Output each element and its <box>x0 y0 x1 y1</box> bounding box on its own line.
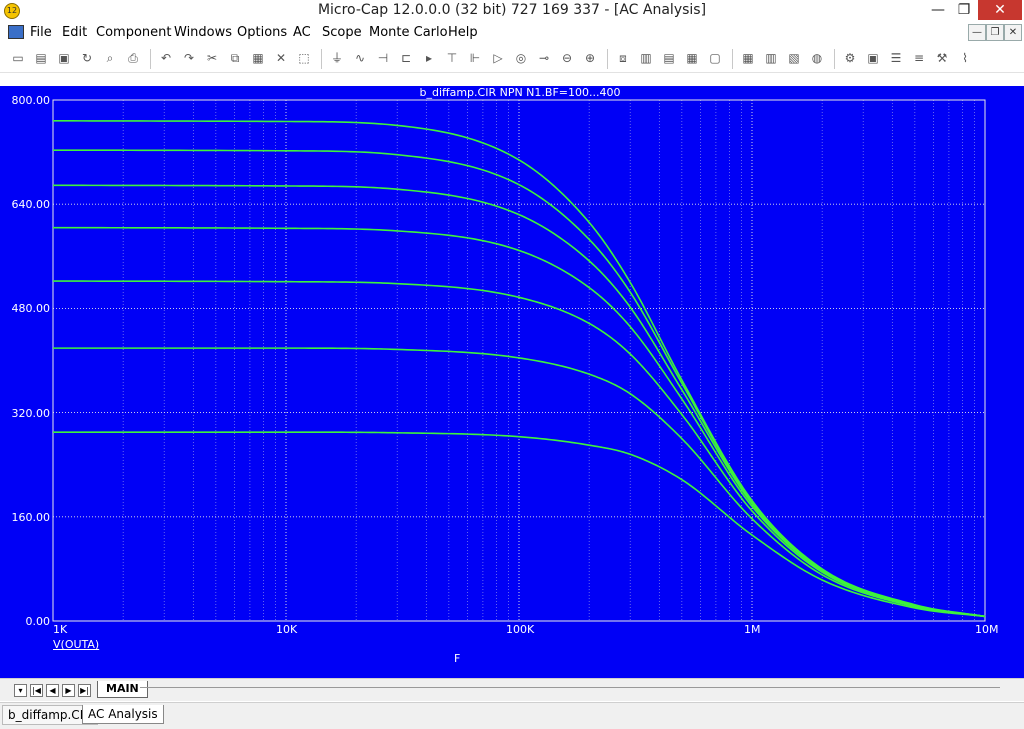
mdi-close-button[interactable]: ✕ <box>1004 24 1022 41</box>
resistor-icon[interactable]: ∿ <box>352 50 368 66</box>
plot-title: b_diffamp.CIR NPN N1.BF=100...400 <box>419 86 621 99</box>
new-file-icon[interactable]: ▭ <box>10 50 26 66</box>
cut-icon[interactable]: ✂ <box>204 50 220 66</box>
diode-icon[interactable]: ▸ <box>421 50 437 66</box>
window-tabs: b_diffamp.CIR AC Analysis <box>0 702 1024 729</box>
menu-ac[interactable]: AC <box>293 25 311 40</box>
y-tick-label: 480.00 <box>11 302 51 315</box>
toolbar-separator <box>607 49 608 69</box>
inductor-icon[interactable]: ⊏ <box>398 50 414 66</box>
trace-line-7[interactable] <box>53 431 986 618</box>
current-source-icon[interactable]: ⊕ <box>582 50 598 66</box>
y-tick-label: 800.00 <box>11 94 51 107</box>
window-icon[interactable]: ▢ <box>707 50 723 66</box>
window-title: Micro-Cap 12.0.0.0 (32 bit) 727 169 337 … <box>317 2 707 18</box>
menu-help[interactable]: Help <box>448 25 478 40</box>
menu-scope[interactable]: Scope <box>322 25 362 40</box>
plot-icon[interactable]: ⌇ <box>957 50 973 66</box>
menu-monte-carlo[interactable]: Monte Carlo <box>369 25 448 40</box>
x-tick-label: 1K <box>53 623 68 636</box>
menu-file[interactable]: File <box>30 25 52 40</box>
y-tick-label: 640.00 <box>11 198 51 211</box>
tile-vertical-icon[interactable]: ▥ <box>638 50 654 66</box>
ground-icon[interactable]: ⏚ <box>329 50 345 66</box>
x-tick-label: 1M <box>744 623 761 636</box>
toolbar-separator <box>732 49 733 69</box>
npn-icon[interactable]: ⊤ <box>444 50 460 66</box>
x-tick-label: 10M <box>975 623 999 636</box>
source-icon[interactable]: ◎ <box>513 50 529 66</box>
tools-icon[interactable]: ⚒ <box>934 50 950 66</box>
select-all-icon[interactable]: ⬚ <box>296 50 312 66</box>
limits-icon[interactable]: ☰ <box>888 50 904 66</box>
toolbar-separator <box>834 49 835 69</box>
x-tick-label: 10K <box>276 623 298 636</box>
document-icon[interactable] <box>8 25 24 39</box>
y-tick-label: 320.00 <box>11 407 51 420</box>
y-tick-label: 0.00 <box>25 615 51 628</box>
print-preview-icon[interactable]: ⌕ <box>102 50 118 66</box>
last-page-button[interactable]: ▶| <box>78 684 91 697</box>
library-icon[interactable]: ▧ <box>786 50 802 66</box>
y-tick-label: 160.00 <box>11 511 51 524</box>
menu-edit[interactable]: Edit <box>62 25 87 40</box>
trace-line-4[interactable] <box>52 226 986 618</box>
battery-icon[interactable]: ⊸ <box>536 50 552 66</box>
horizontal-scrollbar[interactable] <box>140 687 1000 688</box>
properties-icon[interactable]: ▣ <box>865 50 881 66</box>
page-tab-strip: ▾ |◀ ◀ ▶ ▶| MAIN <box>0 678 1024 701</box>
grid-layer <box>53 100 985 621</box>
cascade-icon[interactable]: ⧈ <box>615 50 631 66</box>
stepping-icon[interactable]: ≡ <box>911 50 927 66</box>
window-tab-ac-analysis[interactable]: AC Analysis <box>82 705 164 724</box>
y-expression-label[interactable]: V(OUTA) <box>53 638 99 651</box>
paste-icon[interactable]: ▦ <box>250 50 266 66</box>
opamp-icon[interactable]: ▷ <box>490 50 506 66</box>
toolbar-separator <box>150 49 151 69</box>
minimize-button[interactable]: — <box>924 0 952 20</box>
x-variable-label[interactable]: F <box>454 652 460 665</box>
toolbar: ▭ ▤ ▣ ↻ ⌕ ⎙ ↶ ↷ ✂ ⧉ ▦ ✕ ⬚ ⏚ ∿ ⊣ ⊏ ▸ ⊤ ⊩ ▷ ◎ ⊸ ⊖ ⊕ ⧈ ▥ ▤ ▦ ▢ ▦ ▥ ▧ ◍ ⚙ ▣ ☰ ≡ ⚒ ⌇ <box>0 44 1024 73</box>
save-icon[interactable]: ▣ <box>56 50 72 66</box>
calculator-icon[interactable]: ▦ <box>740 50 756 66</box>
trace-layer <box>52 120 986 618</box>
open-file-icon[interactable]: ▤ <box>33 50 49 66</box>
ac-analysis-chart[interactable] <box>0 86 1024 678</box>
trace-line-1[interactable] <box>52 120 986 618</box>
globe-icon[interactable]: ◍ <box>809 50 825 66</box>
maximize-button[interactable]: ❐ <box>950 0 978 20</box>
component-panel-icon[interactable]: ▥ <box>763 50 779 66</box>
run-icon[interactable]: ⚙ <box>842 50 858 66</box>
redo-icon[interactable]: ↷ <box>181 50 197 66</box>
prev-page-button[interactable]: ◀ <box>46 684 59 697</box>
next-page-button[interactable]: ▶ <box>62 684 75 697</box>
first-page-button[interactable]: |◀ <box>30 684 43 697</box>
toolbar-separator <box>321 49 322 69</box>
delete-icon[interactable]: ✕ <box>273 50 289 66</box>
mdi-restore-button[interactable]: ❐ <box>986 24 1004 41</box>
capacitor-icon[interactable]: ⊣ <box>375 50 391 66</box>
undo-icon[interactable]: ↶ <box>158 50 174 66</box>
close-button[interactable]: ✕ <box>978 0 1022 20</box>
tab-main[interactable]: MAIN <box>97 681 148 698</box>
tile-icon[interactable]: ▦ <box>684 50 700 66</box>
x-tick-label: 100K <box>506 623 535 636</box>
tab-menu-button[interactable]: ▾ <box>14 684 27 697</box>
menu-bar: File Edit Component Windows Options AC S… <box>0 22 1024 42</box>
revert-icon[interactable]: ↻ <box>79 50 95 66</box>
copy-icon[interactable]: ⧉ <box>227 50 243 66</box>
nmos-icon[interactable]: ⊩ <box>467 50 483 66</box>
tile-horizontal-icon[interactable]: ▤ <box>661 50 677 66</box>
menu-component[interactable]: Component <box>96 25 171 40</box>
menu-windows[interactable]: Windows <box>174 25 232 40</box>
voltage-source-icon[interactable]: ⊖ <box>559 50 575 66</box>
mdi-minimize-button[interactable]: — <box>968 24 986 41</box>
plot-area[interactable]: b_diffamp.CIR NPN N1.BF=100...400 800.00… <box>0 86 1024 678</box>
menu-options[interactable]: Options <box>237 25 287 40</box>
print-icon[interactable]: ⎙ <box>125 50 141 66</box>
title-bar: 12 Micro-Cap 12.0.0.0 (32 bit) 727 169 3… <box>0 0 1024 22</box>
